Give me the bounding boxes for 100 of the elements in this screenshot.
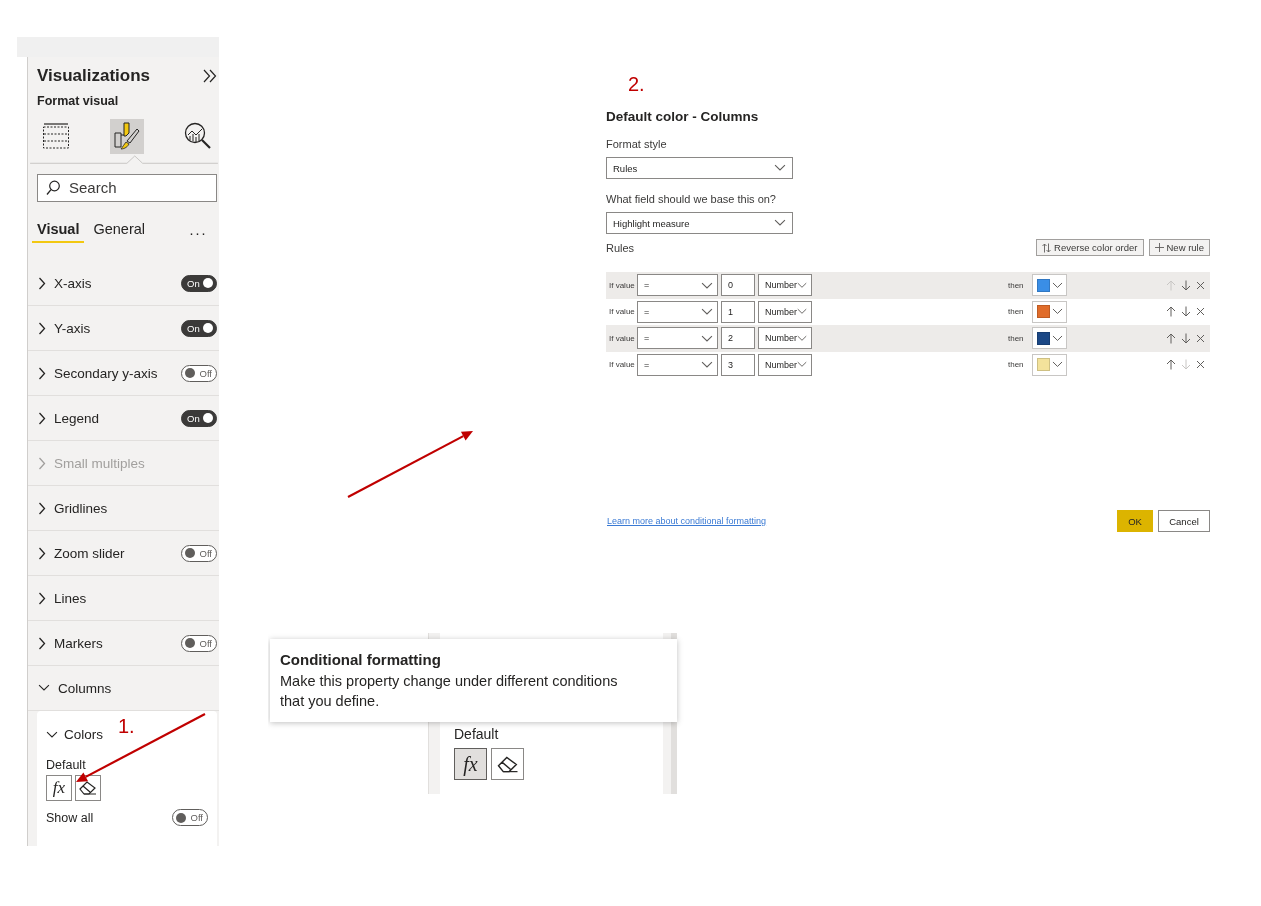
rule-label: then: [1008, 307, 1025, 317]
chevron-down-icon: [701, 308, 713, 316]
chevron-down-icon: [701, 334, 713, 342]
chevron-down-icon: [797, 334, 807, 342]
tab[interactable]: General: [88, 221, 151, 244]
tooltip-title: Conditional formatting: [280, 651, 442, 668]
rule-label: then: [1008, 280, 1025, 290]
down-arrow-icon[interactable]: [1181, 279, 1191, 291]
chevron-down-icon: [797, 308, 807, 316]
operator-dropdown[interactable]: =: [637, 327, 718, 350]
value-field[interactable]: 3: [721, 353, 755, 376]
toggle-switch[interactable]: Off: [181, 364, 217, 382]
chevron-right-icon: [38, 591, 46, 605]
field-label: Default: [46, 758, 86, 772]
up-arrow-icon[interactable]: [1166, 332, 1176, 344]
search-field[interactable]: Search: [37, 173, 217, 202]
section-label: Rules: [606, 241, 635, 254]
reverse-order-button[interactable]: Reverse color order: [1036, 239, 1144, 256]
tab[interactable]: Visual: [32, 221, 85, 244]
fx-button[interactable]: fx: [454, 748, 487, 780]
field-label: What field should we base this on?: [606, 193, 777, 205]
chevron-down-icon: [797, 281, 807, 289]
toggle-switch[interactable]: Off: [181, 634, 217, 652]
close-icon[interactable]: [1196, 333, 1205, 343]
chevron-down-icon: [774, 164, 786, 172]
dialog-title: Default color - Columns: [606, 109, 760, 124]
section-header[interactable]: Secondary y-axis: [38, 365, 158, 381]
down-arrow-icon[interactable]: [1181, 332, 1191, 344]
card-header[interactable]: Colors: [46, 727, 103, 742]
rule-label: then: [1008, 333, 1025, 343]
up-arrow-icon[interactable]: [1166, 306, 1176, 318]
cancel-button[interactable]: Cancel: [1158, 510, 1210, 532]
dropdown[interactable]: Rules: [606, 157, 793, 179]
type-dropdown[interactable]: Number: [758, 300, 812, 323]
operator-dropdown[interactable]: =: [637, 353, 718, 376]
panel-title: Visualizations: [37, 65, 151, 86]
section-header[interactable]: Columns: [38, 680, 112, 696]
chevron-down-icon: [797, 361, 807, 369]
color-dropdown[interactable]: [1032, 327, 1067, 350]
section-header[interactable]: Legend: [38, 410, 100, 426]
plus-icon: [1154, 243, 1164, 252]
section-header[interactable]: Lines: [38, 590, 87, 606]
value-field[interactable]: 2: [721, 327, 755, 350]
toggle-switch[interactable]: On: [181, 409, 217, 427]
more-options[interactable]: ···: [189, 223, 215, 241]
rule-label: If value: [609, 307, 636, 317]
value-field[interactable]: 0: [721, 274, 755, 297]
toggle-switch[interactable]: On: [181, 274, 217, 292]
chevron-right-icon: [38, 321, 46, 335]
ok-button[interactable]: OK: [1117, 510, 1153, 532]
section-header[interactable]: Zoom slider: [38, 545, 125, 561]
chevron-down-icon: [701, 361, 713, 369]
new-rule-button[interactable]: New rule: [1148, 239, 1210, 256]
step-number: 2.: [628, 73, 645, 96]
collapse-icon[interactable]: [203, 68, 217, 83]
chevron-right-icon: [38, 546, 46, 560]
eraser-button[interactable]: [75, 775, 101, 801]
help-link[interactable]: Learn more about conditional formatting: [607, 516, 767, 526]
fx-button[interactable]: fx: [46, 775, 72, 801]
chevron-down-icon: [774, 219, 786, 227]
field-label: Format style: [606, 138, 668, 150]
chevron-down-icon: [1052, 361, 1063, 369]
chevron-right-icon: [38, 456, 46, 470]
rule-label: If value: [609, 360, 636, 370]
tooltip-text: Make this property change under different conditions that you define.: [280, 672, 619, 712]
down-arrow-icon[interactable]: [1181, 306, 1191, 318]
toggle-switch[interactable]: On: [181, 319, 217, 337]
type-dropdown[interactable]: Number: [758, 327, 812, 350]
operator-dropdown[interactable]: =: [637, 274, 718, 297]
chevron-down-icon: [1052, 281, 1063, 289]
dropdown[interactable]: Highlight measure: [606, 212, 793, 234]
section-header[interactable]: Y-axis: [38, 320, 91, 336]
chevron-right-icon: [38, 501, 46, 515]
color-dropdown[interactable]: [1032, 300, 1067, 323]
operator-dropdown[interactable]: =: [637, 300, 718, 323]
close-icon[interactable]: [1196, 280, 1205, 290]
section-header[interactable]: Gridlines: [38, 500, 108, 516]
step-number: 1.: [118, 715, 135, 738]
search-icon: [46, 179, 60, 196]
close-icon[interactable]: [1196, 360, 1205, 370]
view-tab[interactable]: [110, 118, 144, 154]
eraser-button[interactable]: [491, 748, 524, 780]
close-icon[interactable]: [1196, 307, 1205, 317]
type-dropdown[interactable]: Number: [758, 274, 812, 297]
build-visual-icon: [42, 122, 70, 151]
chevron-right-icon: [38, 636, 46, 650]
panel-subtitle: Format visual: [37, 93, 120, 108]
format-brush-icon: [113, 121, 141, 152]
type-dropdown[interactable]: Number: [758, 353, 812, 376]
section-header[interactable]: X-axis: [38, 275, 92, 291]
field-label: Show all: [46, 810, 94, 825]
chevron-right-icon: [38, 411, 46, 425]
up-arrow-icon[interactable]: [1166, 359, 1176, 371]
color-dropdown[interactable]: [1032, 353, 1067, 376]
color-dropdown[interactable]: [1032, 274, 1067, 297]
section-header[interactable]: Markers: [38, 635, 103, 651]
rule-label: If value: [609, 333, 636, 343]
toggle-switch[interactable]: Off: [172, 809, 208, 826]
toggle-switch[interactable]: Off: [181, 544, 217, 562]
value-field[interactable]: 1: [721, 300, 755, 323]
